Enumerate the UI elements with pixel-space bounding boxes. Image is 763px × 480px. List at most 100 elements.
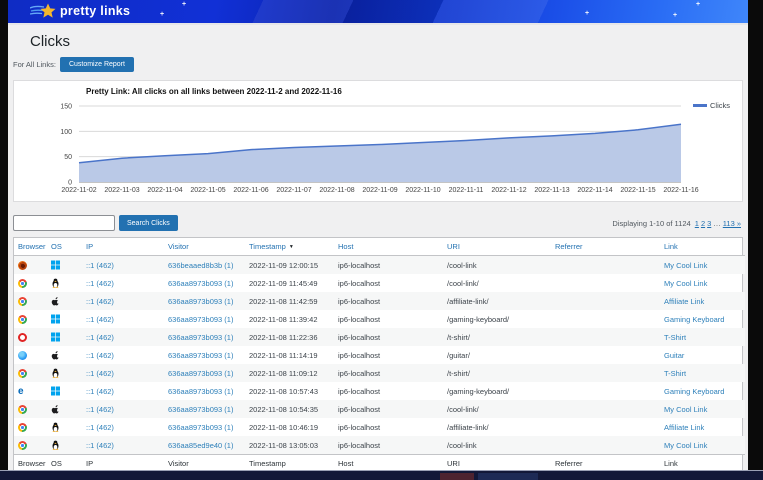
svg-text:2022-11-13: 2022-11-13: [534, 187, 569, 194]
ip-cell[interactable]: ::1 (462): [82, 400, 164, 418]
clicks-table: BrowserOSIPVisitorTimestamp▼HostURIRefer…: [14, 238, 745, 470]
sparkle-icon: +: [585, 10, 589, 17]
browser-cell: [14, 436, 47, 455]
column-header-link[interactable]: Link: [660, 238, 745, 256]
linux-icon: [51, 440, 60, 450]
ip-cell[interactable]: ::1 (462): [82, 328, 164, 346]
edge-icon: e: [18, 387, 24, 396]
link-cell[interactable]: Affiliate Link: [660, 418, 745, 436]
uri-cell: /cool-link: [443, 436, 551, 455]
uri-cell: /gaming-keyboard/: [443, 382, 551, 400]
column-header-timestamp: Timestamp: [245, 455, 334, 470]
filter-label: For All Links:: [13, 60, 56, 69]
table-row: ::1 (462)636aa8973b093 (1)2022-11-08 11:…: [14, 346, 745, 364]
link-cell[interactable]: Guitar: [660, 346, 745, 364]
customize-report-button[interactable]: Customize Report: [60, 57, 134, 72]
column-header-os[interactable]: OS: [47, 238, 82, 256]
visitor-cell[interactable]: 636aa8973b093 (1): [164, 310, 245, 328]
os-cell: [47, 418, 82, 436]
visitor-cell[interactable]: 636aa8973b093 (1): [164, 328, 245, 346]
pretty-links-header: pretty links + + + + +: [8, 0, 748, 23]
column-header-host[interactable]: Host: [334, 238, 443, 256]
table-row: ::1 (462)636aa8973b093 (1)2022-11-08 10:…: [14, 400, 745, 418]
apple-icon: [51, 350, 60, 360]
ip-cell[interactable]: ::1 (462): [82, 382, 164, 400]
search-input[interactable]: [13, 215, 115, 231]
svg-text:2022-11-04: 2022-11-04: [147, 187, 182, 194]
link-cell[interactable]: My Cool Link: [660, 256, 745, 275]
link-cell[interactable]: My Cool Link: [660, 436, 745, 455]
visitor-cell[interactable]: 636aa8973b093 (1): [164, 292, 245, 310]
host-cell: ip6-localhost: [334, 382, 443, 400]
svg-text:100: 100: [60, 129, 72, 136]
link-cell[interactable]: Gaming Keyboard: [660, 382, 745, 400]
link-cell[interactable]: My Cool Link: [660, 274, 745, 292]
timestamp-cell: 2022-11-08 10:54:35: [245, 400, 334, 418]
column-header-referrer[interactable]: Referrer: [551, 238, 660, 256]
chrome-icon: [18, 405, 27, 414]
sparkle-icon: +: [696, 1, 700, 8]
page-ellipsis: …: [713, 219, 721, 228]
search-clicks-button[interactable]: Search Clicks: [119, 215, 178, 231]
os-cell: [47, 346, 82, 364]
uri-cell: /affiliate-link/: [443, 292, 551, 310]
pretty-links-logo[interactable]: pretty links: [30, 3, 130, 19]
visitor-cell[interactable]: 636aa8973b093 (1): [164, 346, 245, 364]
visitor-cell[interactable]: 636aa8973b093 (1): [164, 400, 245, 418]
visitor-cell[interactable]: 636aa85ed9e40 (1): [164, 436, 245, 455]
ip-cell[interactable]: ::1 (462): [82, 256, 164, 275]
link-cell[interactable]: Affiliate Link: [660, 292, 745, 310]
page-link-2[interactable]: 2: [701, 219, 705, 228]
filter-row: For All Links: Customize Report: [13, 57, 748, 72]
link-cell[interactable]: T-Shirt: [660, 328, 745, 346]
link-cell[interactable]: T-Shirt: [660, 364, 745, 382]
referrer-cell: [551, 328, 660, 346]
column-header-uri[interactable]: URI: [443, 238, 551, 256]
linux-icon: [51, 278, 60, 288]
svg-text:2022-11-03: 2022-11-03: [104, 187, 139, 194]
page-link-1[interactable]: 1: [695, 219, 699, 228]
browser-cell: [14, 256, 47, 275]
page-link-3[interactable]: 3: [707, 219, 711, 228]
sparkle-icon: +: [182, 1, 186, 8]
referrer-cell: [551, 418, 660, 436]
logo-text: pretty links: [60, 4, 130, 18]
column-header-host: Host: [334, 455, 443, 470]
ip-cell[interactable]: ::1 (462): [82, 292, 164, 310]
column-header-timestamp[interactable]: Timestamp▼: [245, 238, 334, 256]
ip-cell[interactable]: ::1 (462): [82, 274, 164, 292]
chrome-icon: [18, 297, 27, 306]
ip-cell[interactable]: ::1 (462): [82, 436, 164, 455]
svg-text:2022-11-07: 2022-11-07: [276, 187, 311, 194]
ip-cell[interactable]: ::1 (462): [82, 364, 164, 382]
table-row: e::1 (462)636aa8973b093 (1)2022-11-08 10…: [14, 382, 745, 400]
host-cell: ip6-localhost: [334, 400, 443, 418]
visitor-cell[interactable]: 636beaaed8b3b (1): [164, 256, 245, 275]
column-header-ip[interactable]: IP: [82, 238, 164, 256]
table-row: ::1 (462)636aa8973b093 (1)2022-11-09 11:…: [14, 274, 745, 292]
link-cell[interactable]: Gaming Keyboard: [660, 310, 745, 328]
link-cell[interactable]: My Cool Link: [660, 400, 745, 418]
page-link-last[interactable]: 113 »: [723, 219, 741, 228]
ip-cell[interactable]: ::1 (462): [82, 418, 164, 436]
left-bezel: [0, 0, 8, 470]
svg-text:2022-11-15: 2022-11-15: [620, 187, 655, 194]
opera-icon: [18, 333, 27, 342]
visitor-cell[interactable]: 636aa8973b093 (1): [164, 382, 245, 400]
visitor-cell[interactable]: 636aa8973b093 (1): [164, 274, 245, 292]
column-header-visitor: Visitor: [164, 455, 245, 470]
os-cell: [47, 436, 82, 455]
column-header-browser[interactable]: Browser: [14, 238, 47, 256]
column-header-os: OS: [47, 455, 82, 470]
ip-cell[interactable]: ::1 (462): [82, 346, 164, 364]
host-cell: ip6-localhost: [334, 436, 443, 455]
app-content: pretty links + + + + + Clicks For All Li…: [8, 0, 748, 470]
firefox-icon: [18, 261, 27, 270]
svg-text:2022-11-06: 2022-11-06: [233, 187, 268, 194]
visitor-cell[interactable]: 636aa8973b093 (1): [164, 364, 245, 382]
sort-desc-icon: ▼: [289, 244, 294, 250]
timestamp-cell: 2022-11-08 10:57:43: [245, 382, 334, 400]
visitor-cell[interactable]: 636aa8973b093 (1): [164, 418, 245, 436]
ip-cell[interactable]: ::1 (462): [82, 310, 164, 328]
column-header-visitor[interactable]: Visitor: [164, 238, 245, 256]
